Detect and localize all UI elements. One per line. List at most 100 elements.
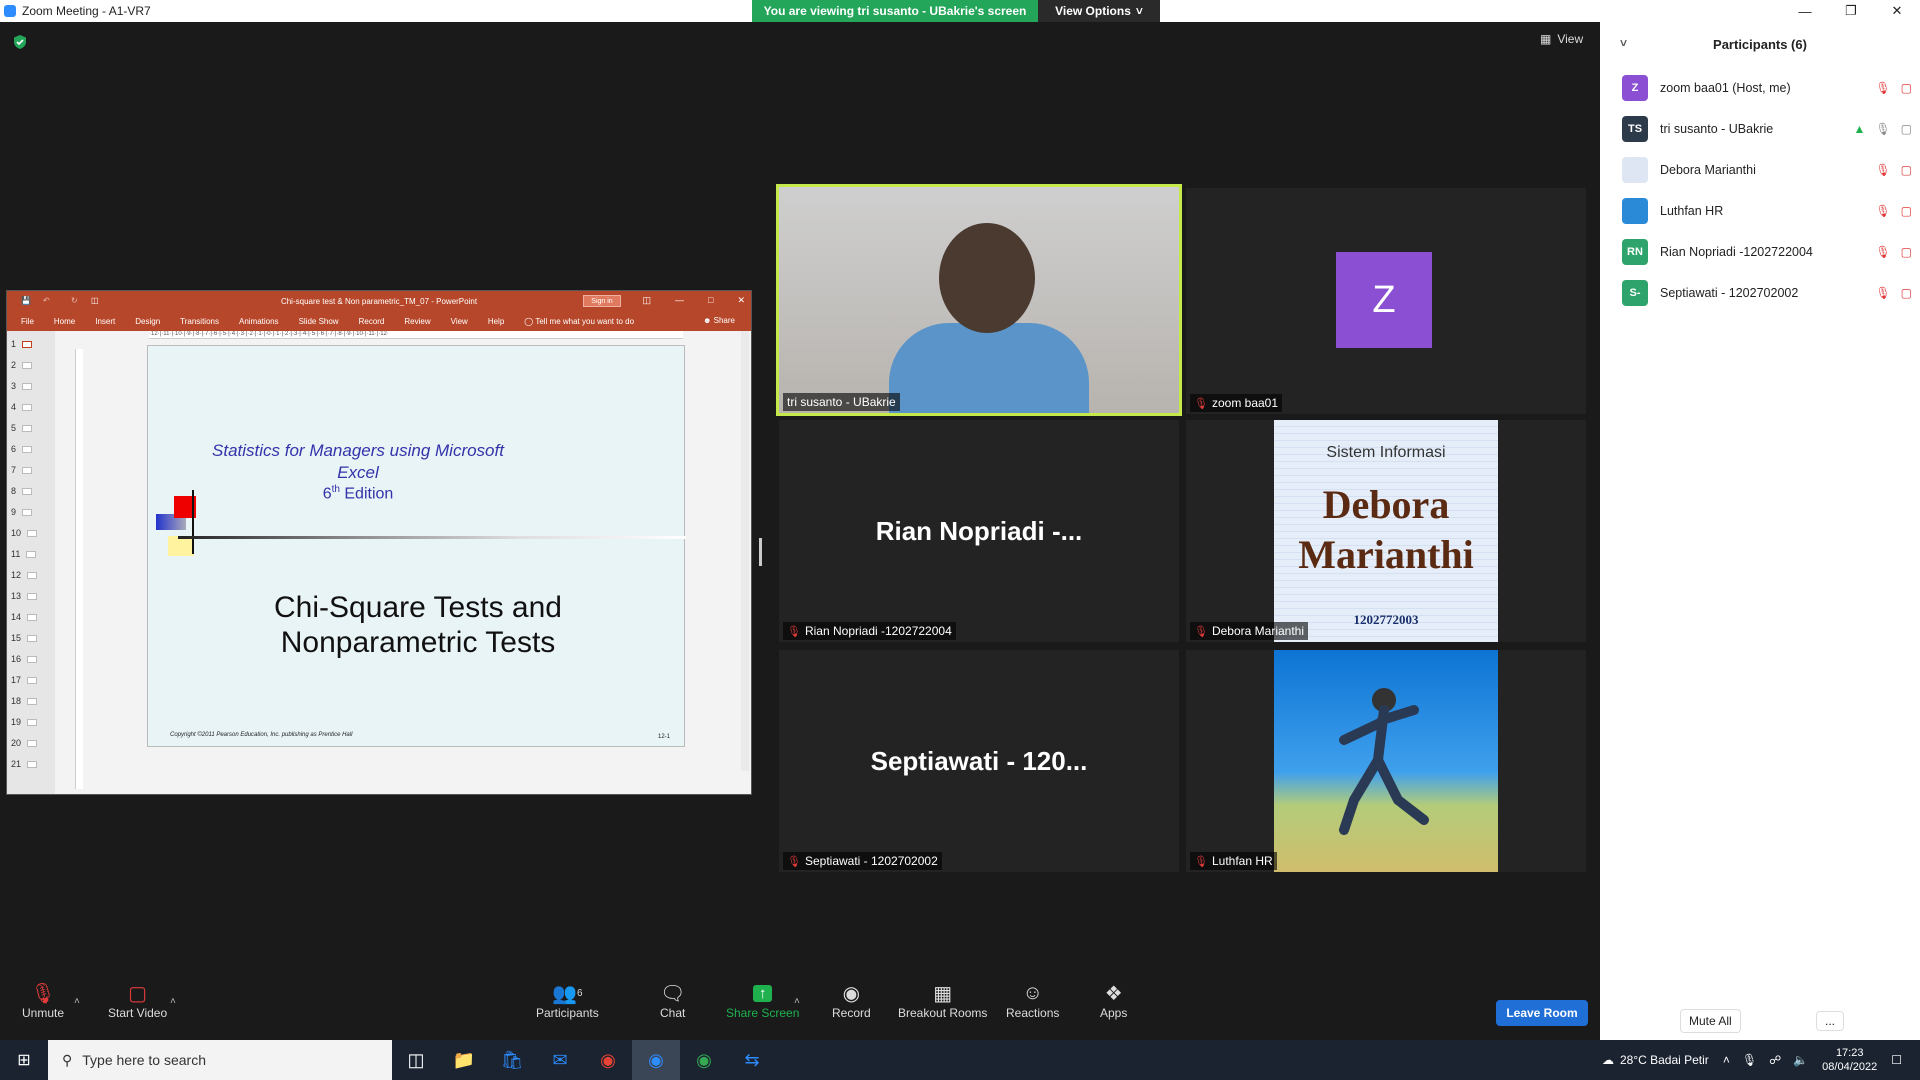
avatar [1622, 157, 1648, 183]
poster-line-3: Marianthi [1298, 532, 1474, 577]
chrome-profile-icon[interactable]: ◉ [680, 1040, 728, 1080]
mute-all-button[interactable]: Mute All [1680, 1009, 1741, 1033]
ppt-window-controls: ◫ — □ ✕ [643, 295, 746, 306]
weather-icon: ☁ [1601, 1053, 1614, 1067]
slide-num: 11 [11, 549, 21, 559]
zoom-taskbar-icon[interactable]: ◉ [632, 1040, 680, 1080]
video-options-caret-icon[interactable]: ˄ [170, 996, 176, 1007]
video-tile-luthfan[interactable]: 🎙 Luthfan HR [1186, 650, 1586, 872]
windows-start-icon[interactable]: ⊞ [0, 1040, 48, 1080]
participant-status: ▲ 🎙 ▢ [1854, 122, 1912, 136]
leave-room-button[interactable]: Leave Room [1496, 1000, 1588, 1026]
slide-num: 10 [11, 528, 22, 538]
participant-status: 🎙 ▢ [1875, 81, 1912, 95]
system-tray: ☁ 28°C Badai Petir ˄ 🎙 ☍ 🔈 17:23 08/04/2… [1602, 1040, 1920, 1080]
video-tile-debora[interactable]: Sistem Informasi Debora Marianthi 120277… [1186, 420, 1586, 642]
breakout-rooms-button[interactable]: ▦ Breakout Rooms [898, 980, 987, 1021]
volume-icon[interactable]: 🔈 [1793, 1053, 1808, 1067]
tile-name: Luthfan HR [1211, 854, 1273, 868]
mic-muted-icon: 🎙 [1194, 855, 1208, 868]
slide-subtitle-line1: Statistics for Managers using Microsoft [212, 441, 504, 460]
view-options-button[interactable]: View Options ˅ [1038, 0, 1160, 22]
mail-icon[interactable]: ✉ [536, 1040, 584, 1080]
participant-name: Septiawati - 1202702002 [1660, 286, 1799, 300]
tile-display-name: Rian Nopriadi -... [875, 515, 1083, 546]
slide-thumb: 7 [11, 461, 51, 479]
audio-options-caret-icon[interactable]: ˄ [74, 996, 80, 1007]
avatar: S- [1622, 280, 1648, 306]
participant-row[interactable]: Luthfan HR 🎙 ▢ [1622, 195, 1912, 227]
teamviewer-icon[interactable]: ⇆ [728, 1040, 776, 1080]
security-shield-icon[interactable] [12, 34, 28, 50]
more-options-button[interactable]: ... [1816, 1011, 1845, 1031]
record-button[interactable]: ◉ Record [832, 980, 871, 1021]
participants-button[interactable]: 👥 6 Participants [536, 980, 599, 1021]
video-tile-rian[interactable]: Rian Nopriadi -... 🎙 Rian Nopriadi -12027… [779, 420, 1179, 642]
participant-name: Debora Marianthi [1660, 163, 1756, 177]
participants-footer: Mute All ... [1600, 1002, 1920, 1040]
thumb-mini [22, 361, 33, 369]
minimize-icon[interactable]: — [1782, 0, 1828, 22]
notifications-icon[interactable]: ☐ [1891, 1053, 1902, 1067]
participant-row[interactable]: S- Septiawati - 1202702002 🎙 ▢ [1622, 277, 1912, 309]
person-icon: ☻ [702, 316, 712, 325]
ppt-ribbon-icon: ◫ [642, 295, 652, 305]
share-options-caret-icon[interactable]: ˄ [794, 996, 800, 1007]
reactions-button[interactable]: ☺ Reactions [1006, 980, 1060, 1021]
microphone-icon[interactable]: 🎙 [1742, 1053, 1757, 1067]
video-tile-zoom-baa01[interactable]: Z 🎙 zoom baa01 [1186, 188, 1586, 414]
slide-thumb: 15 [11, 629, 51, 647]
thumb-mini [27, 613, 38, 621]
edition-sup: th [331, 484, 340, 495]
start-video-button[interactable]: ▢ Start Video [108, 980, 168, 1021]
slide-thumb: 2 [11, 356, 51, 374]
participant-row[interactable]: RN Rian Nopriadi -1202722004 🎙 ▢ [1622, 236, 1912, 268]
chevron-down-icon: ˅ [1135, 4, 1143, 18]
tile-name-label: 🎙 Luthfan HR [1190, 852, 1277, 870]
slide-num: 16 [11, 654, 22, 664]
taskbar-search-box[interactable]: ⚲ Type here to search [48, 1040, 392, 1080]
thumb-mini [22, 508, 33, 516]
ppt-menu-help: Help [487, 316, 505, 326]
network-icon[interactable]: ☍ [1769, 1053, 1781, 1067]
poster-line-2: Debora [1322, 482, 1450, 527]
search-placeholder: Type here to search [82, 1052, 207, 1068]
video-tile-septiawati[interactable]: Septiawati - 120... 🎙 Septiawati - 120270… [779, 650, 1179, 872]
shared-screen-powerpoint: 💾 ↶ ↻ ◫ Chi-square test & Non parametric… [6, 290, 752, 795]
edition-word: Edition [339, 485, 394, 503]
lightbulb-icon: ◯ [524, 316, 534, 326]
store-icon[interactable]: 🛍 [488, 1040, 536, 1080]
clock[interactable]: 17:23 08/04/2022 [1822, 1046, 1877, 1074]
mic-muted-icon: 🎙 [1875, 204, 1891, 218]
close-icon[interactable]: ✕ [1874, 0, 1920, 22]
tile-name: zoom baa01 [1211, 396, 1279, 410]
video-off-icon: ▢ [1900, 286, 1912, 300]
view-button[interactable]: ▦ View [1540, 32, 1583, 46]
record-label: Record [832, 1006, 871, 1020]
participant-row[interactable]: Z zoom baa01 (Host, me) 🎙 ▢ [1622, 72, 1912, 104]
file-explorer-icon[interactable]: 📁 [440, 1040, 488, 1080]
video-off-icon: ▢ [128, 982, 148, 1005]
slide-num: 19 [11, 717, 22, 727]
reactions-icon: ☺ [1022, 981, 1043, 1004]
reactions-label: Reactions [1006, 1006, 1060, 1020]
split-view-handle[interactable] [759, 538, 762, 566]
apps-button[interactable]: ❖ Apps [1100, 980, 1127, 1021]
task-view-icon[interactable]: ◫ [392, 1040, 440, 1080]
slide-decoration-yellow [168, 536, 194, 556]
participant-row[interactable]: Debora Marianthi 🎙 ▢ [1622, 154, 1912, 186]
chevron-down-icon[interactable]: ˅ [1620, 36, 1627, 50]
share-screen-button[interactable]: ↑ Share Screen [726, 980, 799, 1020]
weather-text[interactable]: 28°C Badai Petir [1620, 1053, 1709, 1067]
video-tile-tri-susanto[interactable]: tri susanto - UBakrie [776, 184, 1182, 416]
participant-row[interactable]: TS tri susanto - UBakrie ▲ 🎙 ▢ [1622, 113, 1912, 145]
unmute-button[interactable]: 🎙 Unmute [22, 980, 64, 1021]
thumb-mini [22, 340, 33, 348]
restore-icon[interactable]: ❐ [1828, 0, 1874, 22]
chat-button[interactable]: 🗨 Chat [660, 980, 685, 1021]
thumb-mini [27, 739, 38, 747]
chrome-icon[interactable]: ◉ [584, 1040, 632, 1080]
start-video-label: Start Video [108, 1006, 168, 1020]
slide-num: 14 [11, 612, 22, 622]
tray-chevron-icon[interactable]: ˄ [1723, 1053, 1730, 1067]
